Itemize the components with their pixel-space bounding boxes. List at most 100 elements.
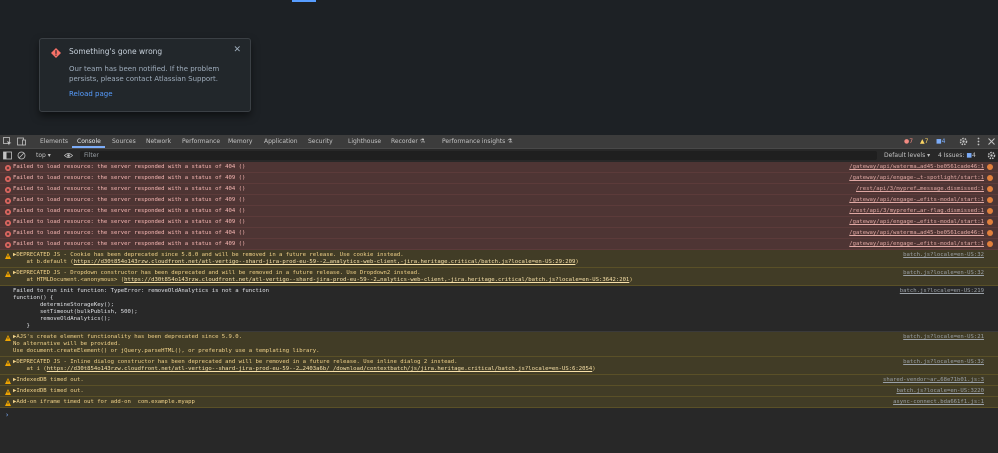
stack-trace-link[interactable]: https://d30t854o143rzw.cloudfront.net/at… [47, 366, 593, 372]
tab-network[interactable]: Network [146, 135, 171, 148]
console-error-row[interactable]: Failed to load resource: the server resp… [0, 184, 998, 195]
console-settings-icon[interactable] [987, 151, 996, 160]
warning-count-badge[interactable]: ▲7 [920, 135, 928, 148]
tab-recorder[interactable]: Recorder ⚗ [391, 135, 425, 148]
stack-trace-link[interactable]: https://d30t854o143rzw.cloudfront.net/at… [74, 259, 576, 265]
settings-gear-icon[interactable] [959, 137, 968, 146]
console-error-row[interactable]: Failed to load resource: the server resp… [0, 162, 998, 173]
log-source-link[interactable]: batch.js?locale=en-US:32 [903, 270, 984, 277]
console-error-row[interactable]: Failed to load resource: the server resp… [0, 228, 998, 239]
log-source-link[interactable]: batch.js?locale=en-US:219 [900, 288, 984, 295]
log-text: ▶DEPRECATED JS - Inline dialog construct… [13, 359, 458, 365]
log-source-link[interactable]: shared-vendor~ar…68e71b01.js:3 [883, 377, 984, 384]
network-request-icon[interactable] [987, 197, 993, 203]
console-prompt[interactable]: › [5, 411, 9, 419]
log-text: Failed to load resource: the server resp… [13, 164, 246, 170]
console-warning-row[interactable]: ▶DEPRECATED JS - Dropdown constructor ha… [0, 268, 998, 286]
log-text: ▶IndexedDB timed out. [13, 377, 84, 383]
context-value: top [36, 152, 46, 159]
log-source-link[interactable]: /gateway/api/engage-…efits-modal/start:1 [849, 241, 984, 248]
console-warning-row[interactable]: ▶DEPRECATED JS - Inline dialog construct… [0, 357, 998, 375]
log-message: ▶DEPRECATED JS - Dropdown constructor ha… [13, 270, 633, 284]
network-request-icon[interactable] [987, 175, 993, 181]
console-toolbar: top ▾ Default levels ▾ 4 Issues: ■4 [0, 149, 998, 163]
log-message: Failed to load resource: the server resp… [13, 241, 245, 248]
stack-prefix: at i ( [13, 366, 47, 372]
tab-security[interactable]: Security [308, 135, 333, 148]
context-selector[interactable]: top ▾ [36, 149, 51, 162]
log-source-link[interactable]: batch.js?locale=en-US:32 [903, 252, 984, 259]
log-text: Failed to run init function: TypeError: … [13, 288, 269, 329]
close-icon[interactable]: ✕ [233, 45, 241, 55]
log-source-link[interactable]: batch.js?locale=en-US:3220 [896, 388, 984, 395]
console-error-row[interactable]: Failed to load resource: the server resp… [0, 239, 998, 250]
log-message: ▶Add-on iframe timed out for add-on com.… [13, 399, 195, 406]
clear-console-icon[interactable] [17, 151, 26, 160]
error-icon [5, 231, 11, 237]
console-warning-row[interactable]: ▶IndexedDB timed out. batch.js?locale=en-… [0, 386, 998, 397]
tab-application[interactable]: Application [264, 135, 298, 148]
warning-icon [5, 271, 11, 277]
log-message: ▶DEPRECATED JS - Cookie has been depreca… [13, 252, 579, 266]
reload-page-link[interactable]: Reload page [69, 90, 113, 98]
network-request-icon[interactable] [987, 230, 993, 236]
network-request-icon[interactable] [987, 241, 993, 247]
eye-icon[interactable] [64, 151, 73, 160]
tab-performance-insights[interactable]: Performance insights ⚗ [442, 135, 513, 148]
issues-button[interactable]: 4 Issues: ■4 [938, 149, 976, 162]
log-source-link[interactable]: /gateway/api/engage-…efits-modal/start:1 [849, 197, 984, 204]
console-error-row[interactable]: Failed to load resource: the server resp… [0, 195, 998, 206]
log-source-link[interactable]: /gateway/api/waterma…ad45-be0561cade46:1 [849, 164, 984, 171]
log-text: Failed to load resource: the server resp… [13, 230, 246, 236]
filter-input[interactable] [80, 151, 877, 160]
console-error-row[interactable]: Failed to load resource: the server resp… [0, 217, 998, 228]
stack-trace-link[interactable]: https://d30t854o143rzw.cloudfront.net/at… [124, 277, 629, 283]
message-count-badge[interactable]: ■4 [936, 135, 946, 148]
error-icon [5, 209, 11, 215]
console-warning-row[interactable]: ▶Add-on iframe timed out for add-on com.… [0, 397, 998, 408]
log-source-link[interactable]: /gateway/api/engage-…t-spotlight/start:1 [849, 175, 984, 182]
network-request-icon[interactable] [987, 186, 993, 192]
tab-performance[interactable]: Performance [182, 135, 220, 148]
error-count-badge[interactable]: ●7 [904, 135, 913, 148]
console-error-row[interactable]: Failed to load resource: the server resp… [0, 173, 998, 184]
error-icon [5, 165, 11, 171]
tab-memory[interactable]: Memory [228, 135, 252, 148]
network-request-icon[interactable] [987, 219, 993, 225]
device-toolbar-icon[interactable] [17, 137, 26, 146]
log-source-link[interactable]: /gateway/api/engage-…efits-modal/start:1 [849, 219, 984, 226]
log-message: Failed to load resource: the server resp… [13, 175, 245, 182]
stack-prefix: at b.default ( [13, 259, 74, 265]
console-warning-row[interactable]: ▶DEPRECATED JS - Cookie has been depreca… [0, 250, 998, 268]
network-request-icon[interactable] [987, 164, 993, 170]
log-source-link[interactable]: batch.js?locale=en-US:21 [903, 334, 984, 341]
tab-lighthouse[interactable]: Lighthouse [348, 135, 381, 148]
log-text: ▶DEPRECATED JS - Dropdown constructor ha… [13, 270, 421, 276]
console-error-row[interactable]: Failed to load resource: the server resp… [0, 206, 998, 217]
network-request-icon[interactable] [987, 208, 993, 214]
log-source-link[interactable]: /rest/api/3/myprefer…ar-flag.dismissed:1 [849, 208, 984, 215]
console-warning-row[interactable]: ▶IndexedDB timed out. shared-vendor~ar…68… [0, 375, 998, 386]
warning-icon [5, 389, 11, 395]
log-message: ▶IndexedDB timed out. [13, 377, 84, 384]
tab-sources[interactable]: Sources [112, 135, 136, 148]
console-log-row[interactable]: Failed to run init function: TypeError: … [0, 286, 998, 332]
tab-elements[interactable]: Elements [40, 135, 68, 148]
log-source-link[interactable]: /rest/api/3/mypref…message.dismissed:1 [856, 186, 984, 193]
log-text: Failed to load resource: the server resp… [13, 219, 246, 225]
log-text: ▶AJS's create element functionality has … [13, 334, 320, 354]
error-icon [5, 187, 11, 193]
log-source-link[interactable]: async-connect.bda661f1.js:1 [893, 399, 984, 406]
log-message: Failed to load resource: the server resp… [13, 197, 245, 204]
console-warning-row[interactable]: ▶AJS's create element functionality has … [0, 332, 998, 357]
error-flag: Something's gone wrong ✕ Our team has be… [39, 38, 251, 112]
close-devtools-icon[interactable] [987, 137, 996, 146]
stack-suffix: ) [575, 259, 579, 265]
inspect-element-icon[interactable] [3, 137, 12, 146]
default-levels-dropdown[interactable]: Default levels ▾ [884, 149, 930, 162]
log-source-link[interactable]: /gateway/api/waterma…ad45-be0561cade46:1 [849, 230, 984, 237]
sidebar-toggle-icon[interactable] [3, 151, 12, 160]
more-options-icon[interactable] [974, 137, 983, 146]
warning-icon [5, 253, 11, 259]
log-source-link[interactable]: batch.js?locale=en-US:32 [903, 359, 984, 366]
